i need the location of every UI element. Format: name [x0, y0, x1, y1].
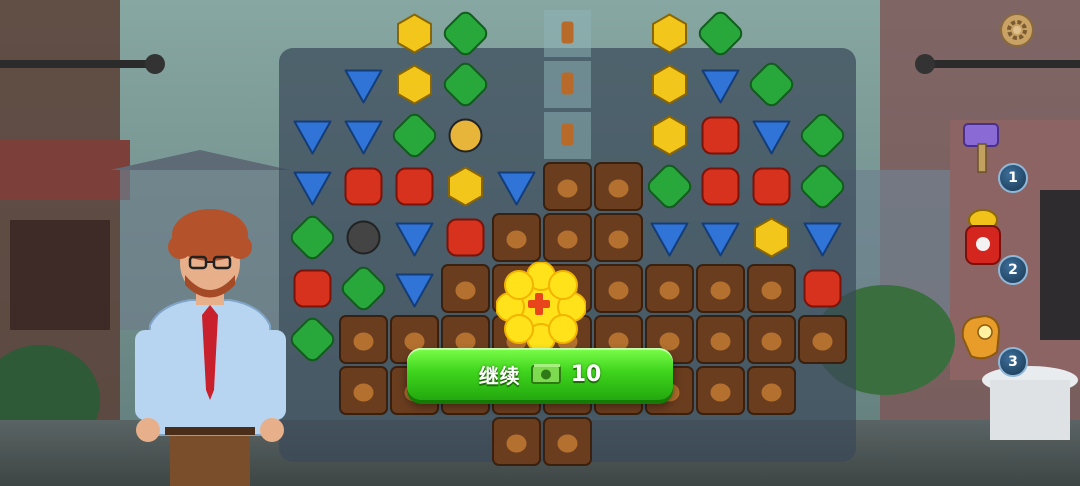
acorn-icon	[812, 332, 833, 351]
red-gem[interactable]	[701, 116, 740, 155]
booster-count-2: 2	[998, 255, 1028, 285]
acorn-icon	[761, 383, 782, 402]
acorn-icon	[659, 281, 680, 300]
red-gem[interactable]	[803, 269, 842, 308]
plus-icon[interactable]	[496, 262, 586, 352]
acorn-icon	[710, 281, 731, 300]
yellow-gem[interactable]	[754, 217, 789, 258]
red-gem[interactable]	[344, 167, 383, 206]
acorn-icon	[506, 230, 527, 249]
yellow-gem[interactable]	[652, 13, 687, 54]
continue-label: 继续	[478, 363, 521, 388]
red-gem[interactable]	[752, 167, 791, 206]
continue-button[interactable]: 继续 10	[407, 348, 673, 400]
yellow-gem[interactable]	[397, 64, 432, 105]
red-gem[interactable]	[446, 218, 485, 257]
yellow-gem[interactable]	[652, 64, 687, 105]
bottle-blocker	[561, 21, 574, 44]
rocket-icon[interactable]	[346, 220, 381, 255]
propeller-icon[interactable]	[448, 118, 483, 153]
character-avatar	[135, 209, 286, 486]
booster-count-3: 3	[998, 347, 1028, 377]
acorn-icon	[506, 434, 527, 453]
yellow-gem[interactable]	[448, 166, 483, 207]
acorn-icon	[710, 332, 731, 351]
acorn-icon	[353, 332, 374, 351]
acorn-icon	[557, 179, 578, 198]
fire-hydrant-icon[interactable]	[958, 208, 1008, 268]
acorn-icon	[557, 434, 578, 453]
red-gem[interactable]	[395, 167, 434, 206]
acorn-icon	[455, 281, 476, 300]
acorn-icon	[608, 281, 629, 300]
bottle-blocker	[561, 72, 574, 95]
continue-cost: 10	[570, 361, 602, 387]
bottle-blocker	[561, 123, 574, 146]
acorn-icon	[353, 383, 374, 402]
acorn-icon	[761, 281, 782, 300]
booster-count-1: 1	[998, 163, 1028, 193]
cash-icon	[530, 364, 561, 384]
yellow-gem[interactable]	[652, 115, 687, 156]
acorn-icon	[557, 230, 578, 249]
red-gem[interactable]	[701, 167, 740, 206]
red-gem[interactable]	[293, 269, 332, 308]
acorn-icon	[608, 230, 629, 249]
acorn-icon	[710, 383, 731, 402]
acorn-icon	[608, 179, 629, 198]
yellow-gem[interactable]	[397, 13, 432, 54]
acorn-icon	[761, 332, 782, 351]
